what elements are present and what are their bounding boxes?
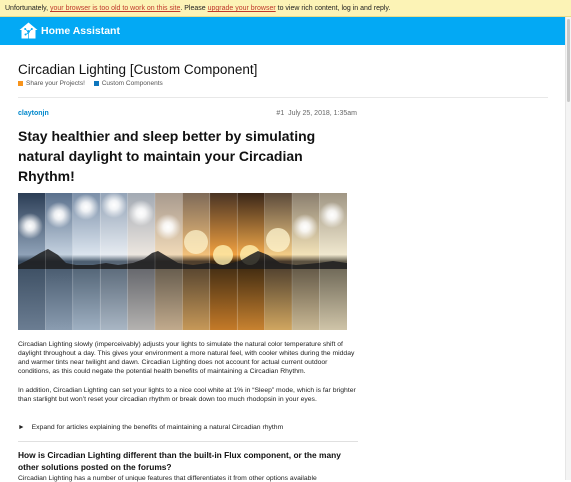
notice-link-old-browser[interactable]: your browser is too old to work on this … xyxy=(50,5,180,12)
post-author[interactable]: claytonjn xyxy=(18,110,49,117)
category-share-your-projects[interactable]: Share your Projects! xyxy=(18,80,85,87)
category-custom-components[interactable]: Custom Components xyxy=(93,80,163,87)
divider xyxy=(18,97,548,98)
topic-categories: Share your Projects! Custom Components xyxy=(18,80,170,88)
site-header: Home Assistant xyxy=(0,17,566,45)
post-date[interactable]: July 25, 2018, 1:35am xyxy=(288,110,357,117)
post-subheading: How is Circadian Lighting different than… xyxy=(18,450,341,472)
browser-notice: Unfortunately, your browser is too old t… xyxy=(0,0,571,17)
category-label: Share your Projects! xyxy=(26,80,85,87)
post-meta: #1 July 25, 2018, 1:35am xyxy=(276,110,357,117)
post-heading: Stay healthier and sleep better by simul… xyxy=(18,128,316,184)
category-label: Custom Components xyxy=(101,80,163,87)
site-logo-text[interactable]: Home Assistant xyxy=(41,24,120,38)
category-color-swatch xyxy=(93,81,99,86)
topic-title[interactable]: Circadian Lighting [Custom Component] xyxy=(18,62,257,77)
notice-prefix: Unfortunately, xyxy=(5,5,51,12)
daylight-simulation-image[interactable] xyxy=(18,193,347,330)
daylight-strips-graphic xyxy=(18,193,347,330)
expand-details-label: Expand for articles explaining the benef… xyxy=(31,424,284,431)
post-paragraph-3: Circadian Lighting has a number of uniqu… xyxy=(18,475,317,482)
notice-link-upgrade[interactable]: upgrade your browser xyxy=(208,5,276,12)
notice-suffix: to view rich content, log in and reply. xyxy=(275,5,391,12)
divider xyxy=(18,441,358,442)
expand-details-toggle[interactable]: ► Expand for articles explaining the ben… xyxy=(18,424,283,431)
home-assistant-logo-icon[interactable] xyxy=(19,22,38,39)
post-paragraph-1: Circadian Lighting slowly (imperceivably… xyxy=(18,341,355,375)
post-paragraph-2: In addition, Circadian Lighting can set … xyxy=(18,387,356,403)
page-scrollbar-thumb[interactable] xyxy=(567,19,570,102)
notice-middle: . Please xyxy=(180,5,208,12)
expand-triangle-icon: ► xyxy=(18,424,25,431)
category-color-swatch xyxy=(18,81,23,86)
post-number[interactable]: #1 xyxy=(276,110,284,117)
